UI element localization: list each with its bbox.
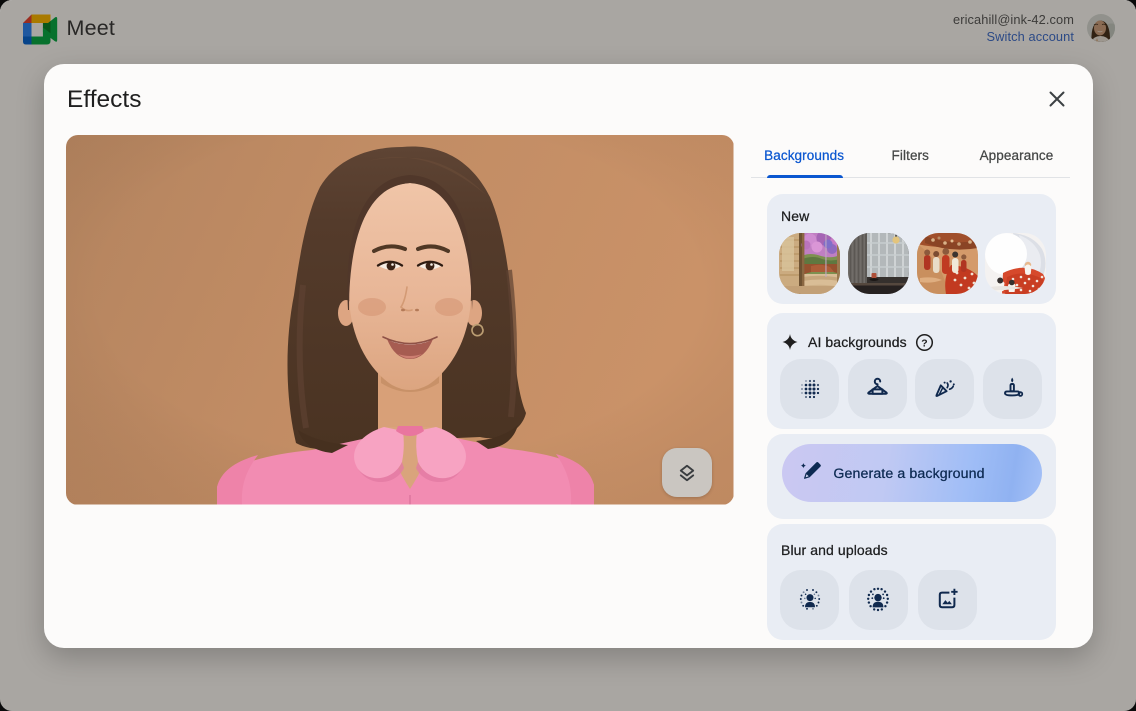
svg-text:?: ? <box>921 338 927 349</box>
